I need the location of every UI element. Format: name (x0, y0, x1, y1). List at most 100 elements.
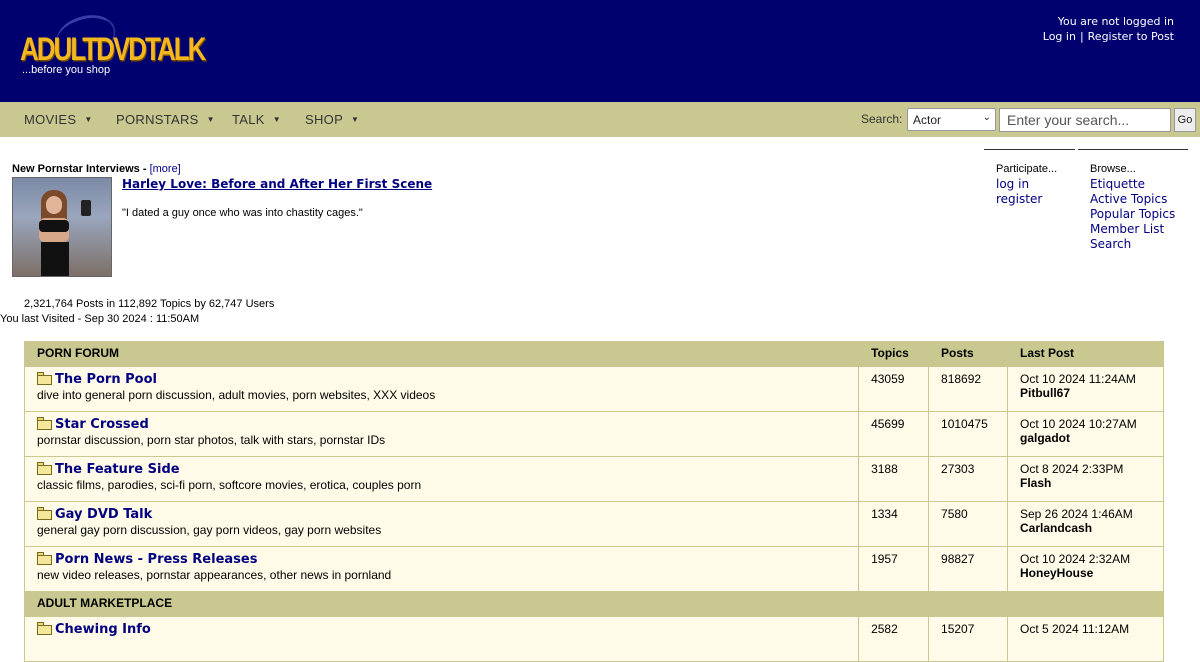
participate-register-link[interactable]: register (996, 192, 1042, 206)
forum-name-link[interactable]: Star Crossed (55, 417, 149, 432)
browse-member-list-link[interactable]: Member List (1090, 222, 1164, 236)
col-posts: Posts (928, 341, 1008, 367)
browse-label: Browse... (1090, 163, 1136, 175)
last-post-date[interactable]: Oct 5 2024 11:12AM (1020, 622, 1151, 636)
last-post-date[interactable]: Oct 8 2024 2:33PM (1020, 462, 1151, 476)
folder-icon (37, 462, 52, 475)
register-link[interactable]: Register to Post (1088, 30, 1174, 43)
topics-count: 45699 (858, 411, 930, 457)
last-post-user[interactable]: HoneyHouse (1020, 566, 1151, 580)
col-topics: Topics (858, 341, 930, 367)
forum-stats: 2,321,764 Posts in 112,892 Topics by 62,… (24, 298, 275, 310)
interview-more-link[interactable]: [more] (150, 163, 181, 175)
interview-heading: New Pornstar Interviews - [more] (12, 163, 612, 175)
forum-name-link[interactable]: The Feature Side (55, 462, 180, 477)
forum-description: classic films, parodies, sci-fi porn, so… (37, 478, 422, 492)
divider (1078, 149, 1188, 150)
posts-count: 98827 (928, 546, 1008, 592)
forum-cell: The Feature Side classic films, parodies… (23, 456, 860, 502)
nav-label: SHOP (305, 112, 344, 127)
nav-label: PORNSTARS (116, 112, 199, 127)
folder-icon (37, 372, 52, 385)
posts-count: 7580 (928, 501, 1008, 547)
last-post-cell: Oct 10 2024 10:27AM galgadot (1007, 411, 1164, 457)
photo-phone (81, 200, 91, 216)
topics-count: 1957 (858, 546, 930, 592)
nav-label: TALK (232, 112, 265, 127)
folder-icon (37, 507, 52, 520)
participate-login-link[interactable]: log in (996, 177, 1029, 191)
category-spacer (858, 591, 930, 617)
last-post-user[interactable]: galgadot (1020, 431, 1151, 445)
logo-text: ADULTDVDTALK (20, 30, 206, 68)
forum-description: new video releases, pornstar appearances… (37, 568, 392, 582)
last-post-user[interactable]: Carlandcash (1020, 521, 1151, 535)
category-header-row: ADULT MARKETPLACE (23, 591, 1164, 617)
last-post-date[interactable]: Oct 10 2024 2:32AM (1020, 552, 1151, 566)
table-row: The Feature Side classic films, parodies… (23, 456, 1164, 502)
col-last-post: Last Post (1007, 341, 1164, 367)
login-link[interactable]: Log in (1043, 30, 1076, 43)
browse-etiquette-link[interactable]: Etiquette (1090, 177, 1145, 191)
table-header-row: PORN FORUM Topics Posts Last Post (23, 341, 1164, 367)
last-post-date[interactable]: Oct 10 2024 11:24AM (1020, 372, 1151, 386)
login-status: You are not logged in (1057, 15, 1174, 28)
browse-popular-topics-link[interactable]: Popular Topics (1090, 207, 1175, 221)
interview-quote: "I dated a guy once who was into chastit… (122, 207, 363, 219)
interview-photo[interactable] (12, 177, 112, 277)
last-post-cell: Oct 10 2024 11:24AM Pitbull67 (1007, 366, 1164, 412)
last-post-date[interactable]: Sep 26 2024 1:46AM (1020, 507, 1151, 521)
last-post-cell: Sep 26 2024 1:46AM Carlandcash (1007, 501, 1164, 547)
login-box: You are not logged in Log in | Register to… (1043, 14, 1174, 44)
forum-name-link[interactable]: The Porn Pool (55, 372, 157, 387)
heading-separator: - (139, 163, 150, 175)
search-type-value: Actor (913, 113, 942, 127)
photo-top (39, 220, 69, 232)
forum-description: pornstar discussion, porn star photos, t… (37, 433, 386, 447)
browse-active-topics-link[interactable]: Active Topics (1090, 192, 1167, 206)
nav-pornstars[interactable]: PORNSTARS ▼ (116, 112, 215, 127)
last-post-user[interactable]: Flash (1020, 476, 1151, 490)
nav-shop[interactable]: SHOP ▼ (305, 112, 359, 127)
forum-cell: Chewing Info (23, 616, 860, 662)
forum-description: general gay porn discussion, gay porn vi… (37, 523, 382, 537)
photo-figure (35, 190, 91, 276)
forum-cell: Porn News - Press Releases new video rel… (23, 546, 860, 592)
last-post-cell: Oct 8 2024 2:33PM Flash (1007, 456, 1164, 502)
search-input[interactable]: Enter your search... (999, 108, 1171, 132)
table-row: Gay DVD Talk general gay porn discussion… (23, 501, 1164, 547)
caret-down-icon: ▼ (84, 115, 93, 124)
interview-section: New Pornstar Interviews - [more] Harley … (12, 163, 612, 277)
search-go-button[interactable]: Go (1174, 108, 1196, 132)
photo-face (46, 196, 62, 214)
last-post-user[interactable]: Pitbull67 (1020, 386, 1151, 400)
forum-name-link[interactable]: Porn News - Press Releases (55, 552, 257, 567)
posts-count: 1010475 (928, 411, 1008, 457)
last-post-cell: Oct 5 2024 11:12AM (1007, 616, 1164, 662)
interview-heading-text: New Pornstar Interviews (12, 163, 140, 175)
forum-cell: Gay DVD Talk general gay porn discussion… (23, 501, 860, 547)
table-row: Chewing Info 2582 15207 Oct 5 2024 11:12… (23, 616, 1164, 662)
category-spacer (1007, 591, 1164, 617)
participate-label: Participate... (996, 163, 1058, 175)
nav-movies[interactable]: MOVIES ▼ (24, 112, 93, 127)
category-spacer (928, 591, 1008, 617)
forum-name-link[interactable]: Gay DVD Talk (55, 507, 152, 522)
last-visited: You last Visited - Sep 30 2024 : 11:50AM (0, 313, 200, 325)
interview-title-link[interactable]: Harley Love: Before and After Her First … (122, 177, 432, 191)
site-logo[interactable]: ADULTDVDTALK ...before you shop (18, 8, 206, 84)
nav-talk[interactable]: TALK ▼ (232, 112, 281, 127)
table-row: The Porn Pool dive into general porn dis… (23, 366, 1164, 412)
site-header: ADULTDVDTALK ...before you shop You are … (0, 0, 1200, 102)
forum-cell: The Porn Pool dive into general porn dis… (23, 366, 860, 412)
folder-icon (37, 622, 52, 635)
topics-count: 43059 (858, 366, 930, 412)
search-type-select[interactable]: Actor ⌄ (907, 108, 996, 131)
posts-count: 27303 (928, 456, 1008, 502)
forum-table: PORN FORUM Topics Posts Last Post The Po… (23, 341, 1164, 662)
browse-search-link[interactable]: Search (1090, 237, 1131, 251)
last-post-date[interactable]: Oct 10 2024 10:27AM (1020, 417, 1151, 431)
forum-cell: Star Crossed pornstar discussion, porn s… (23, 411, 860, 457)
caret-down-icon: ▼ (272, 115, 281, 124)
topics-count: 2582 (858, 616, 930, 662)
